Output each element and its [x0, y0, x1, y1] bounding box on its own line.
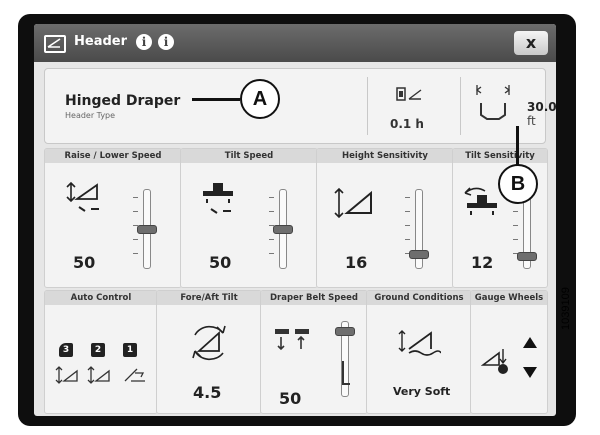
draper-belt-speed-label: Draper Belt Speed: [261, 291, 367, 305]
divider: [460, 77, 461, 135]
raise-lower-speed-slider[interactable]: [133, 189, 157, 269]
height-sensitivity-cell[interactable]: Height Sensitivity 16: [316, 148, 454, 288]
close-button[interactable]: x: [514, 31, 548, 55]
window-title: Header: [74, 34, 128, 49]
header-width-icon: [475, 85, 511, 120]
slider-thumb[interactable]: [517, 252, 537, 261]
header-type-label: Header Type: [65, 111, 116, 120]
auto-control-icons: [55, 366, 145, 384]
raise-lower-speed-cell[interactable]: Raise / Lower Speed 50: [44, 148, 182, 288]
display-screen: Header i i x Hinged Draper Header Type 0…: [34, 24, 556, 416]
header-width-value: 30.0: [527, 100, 556, 114]
callout-b-leader: [516, 126, 519, 166]
height-sensitivity-label: Height Sensitivity: [317, 149, 453, 163]
header-width-unit: ft: [527, 114, 536, 128]
raise-lower-icon: [66, 181, 99, 212]
tilt-speed-value: 50: [209, 253, 232, 272]
ground-conditions-cell[interactable]: Ground Conditions Very Soft: [366, 290, 472, 414]
draper-belt-speed-slider[interactable]: [335, 321, 355, 401]
callout-b: B: [498, 164, 538, 204]
slider-thumb[interactable]: [273, 225, 293, 234]
ground-conditions-icon: [398, 330, 441, 356]
height-sensitivity-icon: [334, 187, 372, 219]
gauge-wheels-label: Gauge Wheels: [471, 291, 547, 305]
auto-control-badge[interactable]: 3: [59, 343, 73, 357]
lower-gauge-wheels-button[interactable]: [523, 367, 537, 378]
height-sensitivity-value: 16: [345, 253, 368, 272]
slider-thumb[interactable]: [137, 225, 157, 234]
ground-conditions-label: Ground Conditions: [367, 291, 471, 305]
hours-value: 0.1 h: [390, 117, 424, 131]
raise-lower-speed-value: 50: [73, 253, 96, 272]
divider: [367, 77, 368, 135]
settings-grid: Raise / Lower Speed 50 Tilt Speed 50 Hei…: [44, 148, 548, 414]
hour-meter-icon: [396, 87, 422, 101]
gauge-wheels-cell[interactable]: Gauge Wheels: [470, 290, 548, 414]
auto-control-label: Auto Control: [45, 291, 157, 305]
slider-thumb[interactable]: [409, 250, 429, 259]
draper-belt-speed-cell[interactable]: Draper Belt Speed 50: [260, 290, 368, 414]
header-name: Hinged Draper: [65, 93, 181, 109]
figure-number: 1039109: [560, 287, 572, 330]
callout-a: A: [240, 79, 280, 119]
draper-belt-speed-value: 50: [279, 389, 302, 408]
header-icon: [44, 35, 66, 53]
draper-belt-icon: [275, 329, 309, 351]
header-info-panel: Hinged Draper Header Type 0.1 h 30.0 ft: [44, 68, 556, 144]
fore-aft-tilt-icon: [192, 325, 226, 361]
auto-control-badge[interactable]: 2: [91, 343, 105, 357]
raise-gauge-wheels-button[interactable]: [523, 337, 537, 348]
callout-a-leader: [192, 98, 240, 101]
ground-conditions-value: Very Soft: [393, 385, 451, 398]
gauge-wheel-icon: [481, 349, 508, 374]
tilt-speed-slider[interactable]: [269, 189, 293, 269]
fore-aft-tilt-label: Fore/Aft Tilt: [157, 291, 261, 305]
title-bar: Header i i x: [34, 24, 556, 62]
tilt-icon: [203, 183, 233, 214]
tilt-sensitivity-value: 12: [471, 253, 494, 272]
tilt-sensitivity-label: Tilt Sensitivity: [453, 149, 547, 163]
auto-control-cell[interactable]: Auto Control 3 2 1: [44, 290, 158, 414]
tilt-sensitivity-cell[interactable]: Tilt Sensitivity 12: [452, 148, 548, 288]
slider-thumb[interactable]: [335, 327, 355, 336]
header-width: 30.0 ft: [527, 100, 556, 128]
raise-lower-speed-label: Raise / Lower Speed: [45, 149, 181, 163]
fore-aft-tilt-value: 4.5: [193, 383, 222, 402]
tilt-speed-label: Tilt Speed: [181, 149, 317, 163]
height-sensitivity-slider[interactable]: [405, 189, 429, 269]
auto-control-badge[interactable]: 1: [123, 343, 137, 357]
tilt-sensitivity-icon: [464, 187, 497, 215]
info-icon[interactable]: i: [158, 34, 174, 50]
info-icon[interactable]: i: [136, 34, 152, 50]
fore-aft-tilt-cell[interactable]: Fore/Aft Tilt 4.5: [156, 290, 262, 414]
tilt-speed-cell[interactable]: Tilt Speed 50: [180, 148, 318, 288]
